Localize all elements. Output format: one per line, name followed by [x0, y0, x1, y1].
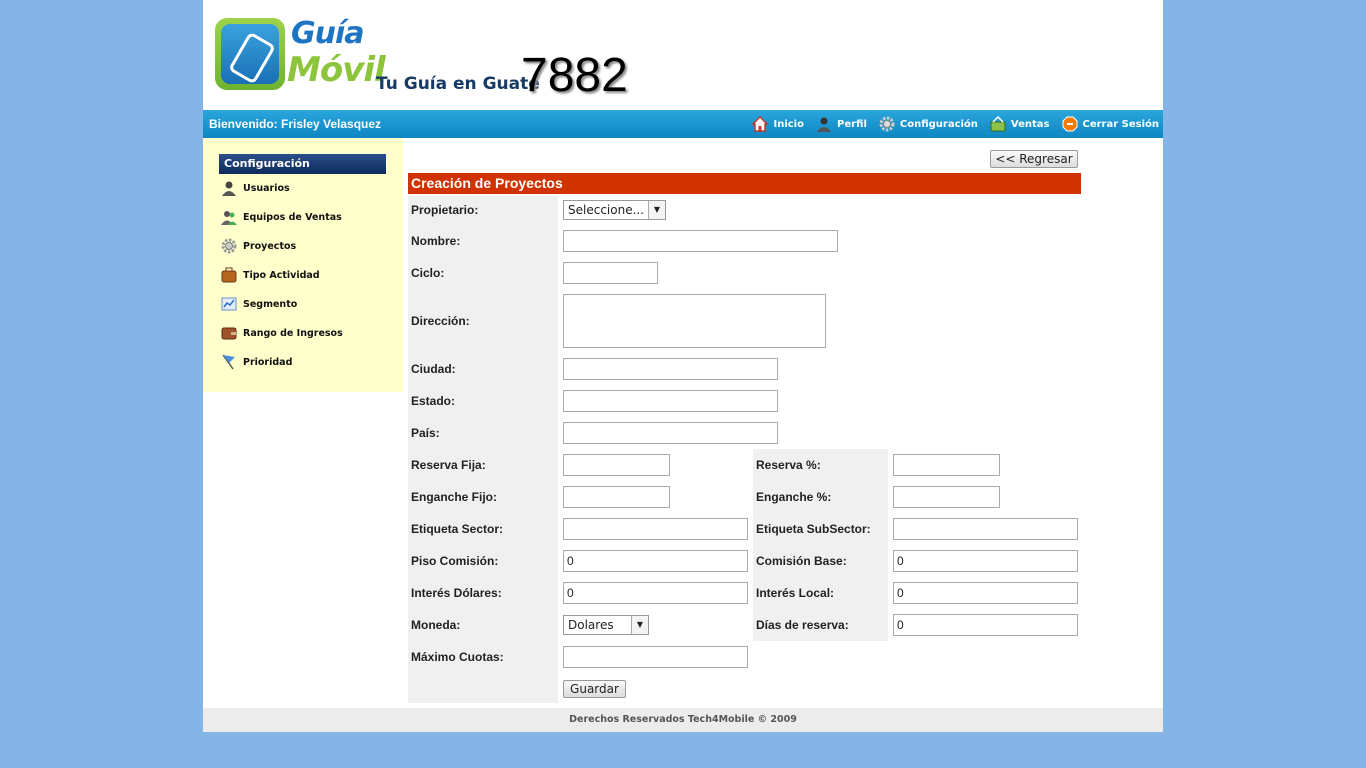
top-navbar: Bienvenido: Frisley Velasquez Inicio Per…	[203, 110, 1163, 138]
propietario-value: Seleccione...	[568, 203, 645, 217]
ciclo-field[interactable]	[563, 262, 658, 284]
tagline-number: 7882	[521, 49, 628, 102]
reserva-pct-label: Reserva %:	[756, 458, 821, 472]
direccion-label: Dirección:	[411, 314, 470, 328]
sidebar-item-proyectos[interactable]: Proyectos	[221, 237, 296, 255]
interes-dolares-field[interactable]: 0	[563, 582, 748, 604]
nav-link-label: Perfil	[836, 118, 867, 130]
reserva-fija-field[interactable]	[563, 454, 670, 476]
etiqueta-sector-label: Etiqueta Sector:	[411, 522, 504, 536]
label-column-right	[753, 449, 888, 641]
dias-reserva-label: Días de reserva:	[756, 618, 849, 632]
moneda-label: Moneda:	[411, 618, 461, 632]
nav-links: Inicio Perfil Configuración Ventas Cerra…	[740, 113, 1159, 135]
pais-label: País:	[411, 426, 440, 440]
gear-icon	[221, 238, 237, 254]
sidebar-item-equipos-de-ventas[interactable]: Equipos de Ventas	[221, 208, 342, 226]
estado-label: Estado:	[411, 394, 456, 408]
dias-reserva-field[interactable]: 0	[893, 614, 1078, 636]
nombre-field[interactable]	[563, 230, 838, 252]
nav-link-label: Configuración	[899, 118, 978, 130]
maximo-cuotas-label: Máximo Cuotas:	[411, 650, 504, 664]
nav-link-inicio[interactable]: Inicio	[751, 113, 804, 135]
etiqueta-subsector-field[interactable]	[893, 518, 1078, 540]
pais-field[interactable]	[563, 422, 778, 444]
gear-icon	[879, 116, 895, 132]
sidebar: Configuración Usuarios Equipos de Ventas…	[203, 138, 403, 392]
nav-link-label: Ventas	[1010, 118, 1050, 130]
reserva-pct-field[interactable]	[893, 454, 1000, 476]
nombre-label: Nombre:	[411, 234, 461, 248]
sidebar-item-usuarios[interactable]: Usuarios	[221, 179, 290, 197]
etiqueta-sector-field[interactable]	[563, 518, 748, 540]
logo[interactable]: Guía Móvil	[215, 10, 386, 94]
logout-icon	[1062, 116, 1078, 132]
etiqueta-subsector-label: Etiqueta SubSector:	[756, 522, 871, 536]
tagline: Tu Guía en Guate	[376, 74, 540, 94]
team-icon	[221, 209, 237, 225]
nav-link-cerrar-sesion[interactable]: Cerrar Sesión	[1062, 113, 1160, 135]
estado-field[interactable]	[563, 390, 778, 412]
ciudad-field[interactable]	[563, 358, 778, 380]
sidebar-item-label: Proyectos	[243, 240, 297, 252]
interes-local-field[interactable]: 0	[893, 582, 1078, 604]
logo-text-guia: Guía	[291, 16, 365, 51]
interes-local-label: Interés Local:	[756, 586, 835, 600]
nav-link-perfil[interactable]: Perfil	[816, 113, 867, 135]
cart-icon	[990, 115, 1006, 132]
direccion-textarea[interactable]	[563, 294, 826, 348]
sidebar-item-label: Tipo Actividad	[243, 269, 320, 281]
house-icon	[751, 115, 770, 132]
user-icon	[816, 116, 832, 132]
form-title: Creación de Proyectos	[408, 173, 1081, 194]
nav-link-configuracion[interactable]: Configuración	[879, 113, 978, 135]
ciudad-label: Ciudad:	[411, 362, 456, 376]
header: Guía Móvil Tu Guía en Guate 7882	[203, 0, 1163, 110]
page-container: Guía Móvil Tu Guía en Guate 7882 Bienven…	[203, 0, 1163, 732]
logo-text-movil: Móvil	[287, 50, 386, 90]
save-button[interactable]: Guardar	[563, 680, 626, 698]
sidebar-item-label: Usuarios	[243, 182, 290, 194]
enganche-fijo-field[interactable]	[563, 486, 670, 508]
sidebar-item-segmento[interactable]: Segmento	[221, 295, 297, 313]
sidebar-item-tipo-actividad[interactable]: Tipo Actividad	[221, 266, 320, 284]
logo-phone-icon	[215, 18, 285, 90]
piso-comision-label: Piso Comisión:	[411, 554, 499, 568]
back-button[interactable]: << Regresar	[990, 150, 1078, 168]
interes-dolares-label: Interés Dólares:	[411, 586, 502, 600]
propietario-select[interactable]: Seleccione... ▼	[563, 200, 666, 220]
enganche-pct-label: Enganche %:	[756, 490, 832, 504]
piso-comision-field[interactable]: 0	[563, 550, 748, 572]
nav-link-label: Inicio	[773, 118, 804, 130]
sidebar-item-label: Rango de Ingresos	[243, 327, 343, 339]
chevron-down-icon: ▼	[631, 616, 648, 634]
maximo-cuotas-field[interactable]	[563, 646, 748, 668]
sidebar-title: Configuración	[219, 154, 386, 174]
moneda-value: Dolares	[568, 618, 614, 632]
sidebar-item-label: Equipos de Ventas	[243, 211, 342, 223]
sidebar-item-rango-de-ingresos[interactable]: Rango de Ingresos	[221, 324, 343, 342]
comision-base-label: Comisión Base:	[756, 554, 847, 568]
welcome-text: Bienvenido: Frisley Velasquez	[209, 117, 382, 131]
wallet-icon	[221, 325, 237, 341]
reserva-fija-label: Reserva Fija:	[411, 458, 486, 472]
nav-link-label: Cerrar Sesión	[1082, 118, 1160, 130]
briefcase-icon	[221, 267, 237, 283]
user-icon	[221, 180, 237, 196]
sidebar-item-label: Segmento	[243, 298, 298, 310]
nav-link-ventas[interactable]: Ventas	[990, 113, 1050, 135]
sidebar-item-label: Prioridad	[243, 356, 293, 368]
chart-icon	[221, 296, 237, 312]
ciclo-label: Ciclo:	[411, 266, 445, 280]
sidebar-item-prioridad[interactable]: Prioridad	[221, 353, 292, 371]
flag-icon	[221, 354, 237, 370]
footer: Derechos Reservados Tech4Mobile © 2009	[203, 708, 1163, 732]
enganche-fijo-label: Enganche Fijo:	[411, 490, 498, 504]
enganche-pct-field[interactable]	[893, 486, 1000, 508]
comision-base-field[interactable]: 0	[893, 550, 1078, 572]
moneda-select[interactable]: Dolares ▼	[563, 615, 649, 635]
propietario-label: Propietario:	[411, 203, 479, 217]
chevron-down-icon: ▼	[648, 201, 665, 219]
